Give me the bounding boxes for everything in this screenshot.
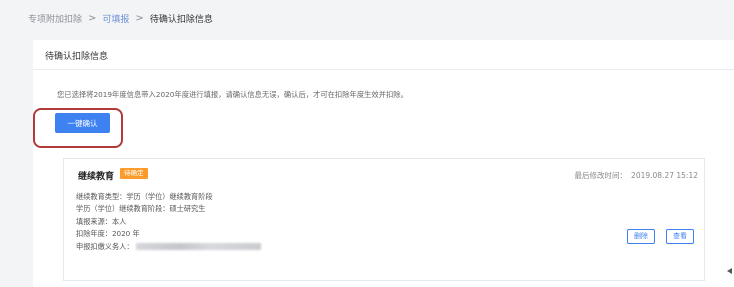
card-title: 继续教育 xyxy=(78,172,115,182)
field-label: 继续教育类型： xyxy=(76,192,127,201)
field-label: 填报来源： xyxy=(76,216,112,226)
field-value: 学历（学位）继续教育阶段 xyxy=(126,192,213,201)
field-value: 本人 xyxy=(111,216,127,226)
panel-title: 待确认扣除信息 xyxy=(45,52,109,62)
status-badge: 待确定 xyxy=(120,168,148,179)
breadcrumb-item-fillable[interactable]: 可填报 xyxy=(102,12,129,25)
card-fields: 继续教育类型：学历（学位）继续教育阶段 学历（学位）继续教育阶段：硕士研究生 填… xyxy=(76,191,261,253)
modified-value: 2019.08.27 15:12 xyxy=(631,171,698,180)
field-row: 申报扣缴义务人： xyxy=(76,241,261,253)
panel-divider xyxy=(33,69,734,70)
field-label: 申报扣缴义务人： xyxy=(76,241,134,251)
field-row: 填报来源：本人 xyxy=(76,216,261,228)
modified-label: 最后修改时间： xyxy=(574,171,628,180)
deduction-card: 继续教育 待确定 最后修改时间： 2019.08.27 15:12 继续教育类型：… xyxy=(63,158,705,281)
breadcrumb: 专项附加扣除 > 可填报 > 待确认扣除信息 xyxy=(28,12,213,25)
field-value: 硕士研究生 xyxy=(169,204,206,214)
field-row: 扣除年度：2020 年 xyxy=(76,228,261,240)
notice-text: 您已选择将2019年度信息带入2020年度进行填报，请确认信息无误，确认后，才可… xyxy=(57,90,408,99)
delete-button[interactable]: 删除 xyxy=(627,229,655,244)
field-row: 学历（学位）继续教育阶段：硕士研究生 xyxy=(76,203,261,215)
field-row: 继续教育类型：学历（学位）继续教育阶段 xyxy=(76,191,261,203)
confirm-all-button[interactable]: 一键确认 xyxy=(55,113,110,133)
chevron-right-icon: > xyxy=(135,13,144,24)
modified-time: 最后修改时间： 2019.08.27 15:12 xyxy=(575,170,698,181)
breadcrumb-item-deductions[interactable]: 专项附加扣除 xyxy=(28,12,82,25)
breadcrumb-item-current: 待确认扣除信息 xyxy=(149,15,213,25)
field-label: 扣除年度： xyxy=(76,229,112,239)
main-panel: 待确认扣除信息 您已选择将2019年度信息带入2020年度进行填报，请确认信息无… xyxy=(33,40,734,287)
view-button[interactable]: 查看 xyxy=(666,229,694,244)
field-value: 2020 年 xyxy=(111,229,140,239)
redacted-value xyxy=(135,243,261,251)
field-label: 学历（学位）继续教育阶段： xyxy=(76,204,170,214)
chevron-right-icon: > xyxy=(88,13,97,24)
collapse-arrow-icon[interactable] xyxy=(727,268,732,274)
